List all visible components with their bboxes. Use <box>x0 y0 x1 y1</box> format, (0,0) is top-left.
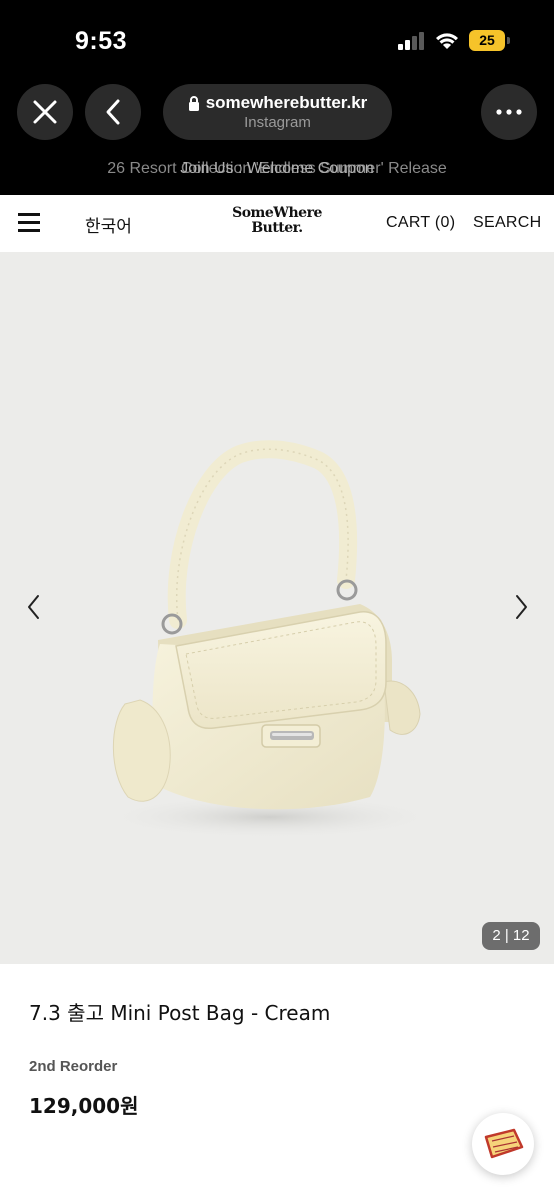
product-image <box>100 440 440 839</box>
more-icon <box>496 109 522 115</box>
close-icon <box>33 100 57 124</box>
chevron-right-icon[interactable] <box>511 592 531 622</box>
lock-icon <box>188 95 199 111</box>
more-button[interactable] <box>481 84 537 140</box>
product-tag: 2nd Reorder <box>29 1058 118 1075</box>
battery-indicator: 25 <box>469 30 505 51</box>
image-counter: 2 | 12 <box>482 922 540 950</box>
logo-line2: Butter. <box>251 220 303 236</box>
url-text: somewherebutter.kr <box>205 93 368 112</box>
address-bar[interactable]: somewherebutter.kr Instagram <box>163 84 392 140</box>
site-logo[interactable]: SomeWhere Butter. <box>225 206 329 240</box>
back-button[interactable] <box>85 84 141 140</box>
wifi-icon <box>435 30 459 50</box>
chevron-left-icon <box>106 99 120 125</box>
chat-button[interactable] <box>472 1113 534 1175</box>
product-gallery[interactable]: 2 | 12 <box>0 252 554 964</box>
language-selector[interactable]: 한국어 <box>85 212 132 237</box>
site-header: 한국어 SomeWhere Butter. CART (0) SEARCH <box>0 195 554 252</box>
chevron-left-icon[interactable] <box>24 592 44 622</box>
browser-chrome: 9:53 25 somewherebutter.kr Instagram 26 … <box>0 0 554 195</box>
status-time: 9:53 <box>75 27 128 55</box>
search-link[interactable]: SEARCH <box>473 214 541 232</box>
page: 9:53 25 somewherebutter.kr Instagram 26 … <box>0 0 554 1200</box>
cart-link[interactable]: CART (0) <box>386 214 455 232</box>
signal-icon <box>398 32 425 50</box>
battery-cap <box>507 37 510 44</box>
butter-logo-icon <box>484 1128 524 1159</box>
announcement-bar[interactable]: 26 Resort Collection 'Endless Summer' Re… <box>0 160 554 182</box>
announcement-text-b: Join Us : Welcome Coupon <box>180 160 374 177</box>
product-title: 7.3 출고 Mini Post Bag - Cream <box>29 1001 331 1025</box>
menu-icon[interactable] <box>18 213 40 232</box>
url-source: Instagram <box>244 114 311 131</box>
logo-line1: SomeWhere <box>232 205 322 221</box>
close-button[interactable] <box>17 84 73 140</box>
product-price: 129,000원 <box>29 1094 139 1118</box>
